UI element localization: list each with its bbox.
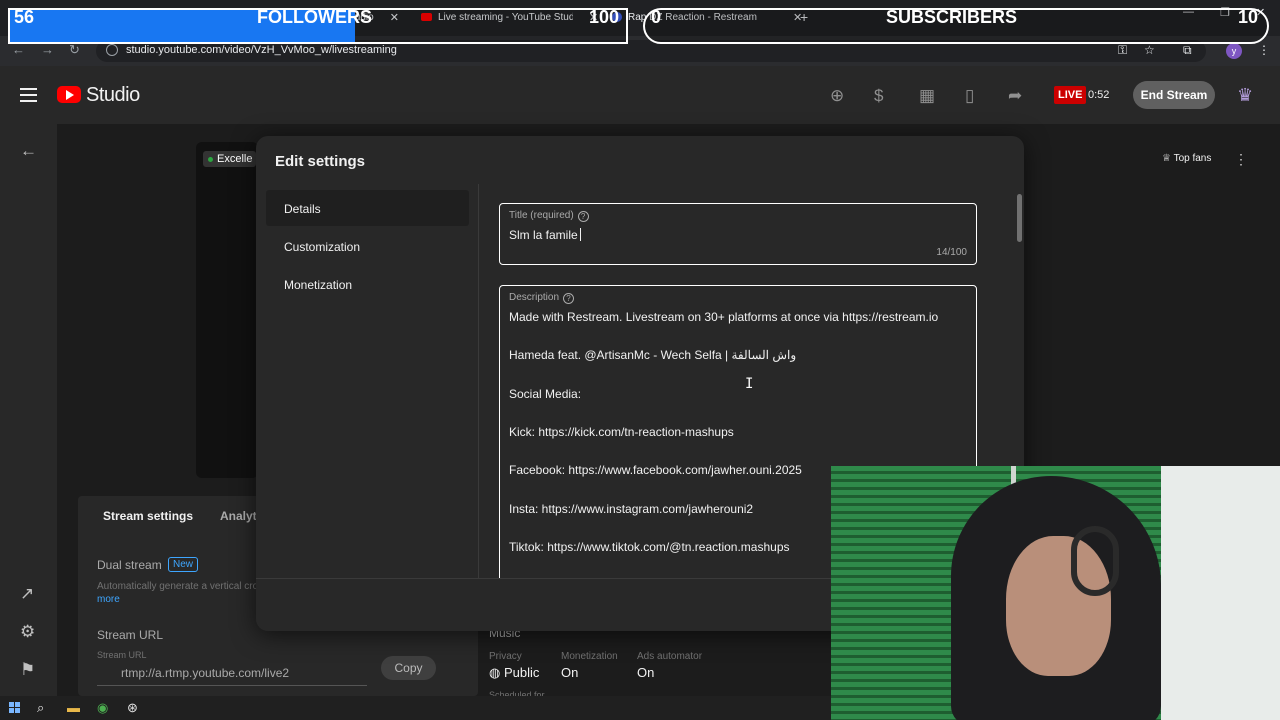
tab-stream-settings[interactable]: Stream settings	[103, 509, 193, 523]
nav-customization[interactable]: Customization	[266, 228, 469, 264]
dialog-title: Edit settings	[275, 153, 366, 170]
stream-url-label: Stream URL	[97, 650, 147, 660]
site-info-icon[interactable]	[106, 44, 118, 56]
copy-button[interactable]: Copy	[381, 656, 436, 680]
stream-preview	[196, 142, 258, 478]
browser-menu-icon[interactable]: ⋮	[1258, 43, 1270, 57]
left-rail	[0, 124, 57, 696]
title-field[interactable]: Title (required)? Slm la famile 14/100	[499, 203, 977, 265]
privacy-value: ◍ Public	[489, 665, 540, 680]
description-field-label: Description?	[509, 292, 575, 304]
monetization-value: On	[561, 665, 579, 680]
feedback-icon[interactable]: ⚑	[20, 660, 35, 680]
title-input[interactable]: Slm la famile	[509, 228, 581, 242]
windows-taskbar	[0, 696, 831, 720]
dual-stream-description: Automatically generate a vertical cro	[97, 581, 259, 592]
description-line: Insta: https://www.instagram.com/jawhero…	[509, 502, 754, 516]
live-badge: LIVE	[1054, 86, 1087, 104]
live-time: 0:52	[1088, 89, 1110, 101]
tab-analytics[interactable]: Analyti	[220, 509, 260, 523]
profile-avatar[interactable]: y	[1226, 43, 1242, 59]
dual-stream-label: Dual stream	[97, 558, 162, 572]
subscribers-label: SUBSCRIBERS	[886, 7, 1018, 27]
followers-label: FOLLOWERS	[257, 7, 372, 27]
file-explorer-icon[interactable]: ▬	[67, 700, 80, 715]
app-icon[interactable]: ⊛	[127, 700, 138, 716]
open-external-icon[interactable]: ↗	[20, 584, 34, 604]
description-line: Made with Restream. Livestream on 30+ pl…	[509, 310, 939, 324]
description-line: Kick: https://kick.com/tn-reaction-mashu…	[509, 425, 734, 439]
text-cursor-icon: I	[745, 376, 754, 392]
top-fans-label: Top fans	[1173, 153, 1212, 164]
followers-goal: 100	[589, 7, 620, 27]
dialog-nav: Details Customization Monetization	[256, 184, 479, 578]
title-char-counter: 14/100	[936, 247, 967, 258]
store-icon[interactable]: ▦	[919, 86, 935, 106]
title-field-label: Title (required)?	[509, 210, 589, 222]
creator-avatar-icon[interactable]: ♛	[1237, 85, 1253, 106]
youtube-logo-icon[interactable]	[57, 86, 81, 103]
stream-url-title: Stream URL	[97, 628, 164, 642]
ads-automator-label: Ads automator	[637, 651, 703, 662]
stream-health-badge: Excelle	[203, 151, 257, 167]
reload-icon[interactable]: ↻	[69, 42, 80, 58]
forward-icon[interactable]: →	[41, 42, 54, 57]
add-monetization-icon[interactable]: ⊕	[830, 86, 844, 106]
stream-url-field[interactable]: rtmp://a.rtmp.youtube.com/live2	[97, 662, 367, 686]
share-icon[interactable]: ➦	[1008, 86, 1022, 106]
privacy-label: Privacy	[489, 651, 522, 662]
more-link[interactable]: more	[97, 594, 120, 605]
back-arrow-icon[interactable]: ←	[20, 141, 37, 161]
followers-count: 56	[14, 7, 35, 27]
chrome-icon[interactable]: ◉	[97, 700, 108, 716]
privacy-value-text: Public	[503, 665, 540, 680]
dollar-icon[interactable]: $	[874, 86, 883, 106]
bookmark-star-icon[interactable]: ☆	[1144, 43, 1155, 57]
description-line: Facebook: https://www.facebook.com/jawhe…	[509, 463, 802, 477]
nav-monetization[interactable]: Monetization	[266, 266, 469, 302]
studio-brand: Studio	[86, 84, 140, 106]
ads-automator-value: On	[637, 665, 655, 680]
help-icon[interactable]: ?	[577, 211, 589, 222]
new-badge: New	[168, 557, 199, 572]
subscribers-count: 0	[651, 7, 662, 27]
top-fans-filter[interactable]: ♕ Top fans	[1162, 153, 1211, 164]
password-key-icon[interactable]: ⚿	[1118, 43, 1127, 58]
windows-start-icon[interactable]	[9, 702, 20, 713]
help-icon[interactable]: ?	[563, 293, 575, 304]
title-label-text: Title (required)	[509, 210, 574, 221]
subscribers-goal: 10	[1238, 7, 1259, 27]
dialog-scrollbar[interactable]	[1017, 194, 1022, 242]
search-icon[interactable]: ⌕	[37, 700, 44, 716]
description-line: Tiktok: https://www.tiktok.com/@tn.react…	[509, 540, 790, 554]
end-stream-button[interactable]: End Stream	[1133, 81, 1215, 109]
description-label-text: Description	[509, 292, 560, 303]
headset	[1071, 526, 1119, 596]
back-icon[interactable]: ←	[12, 42, 25, 57]
bookmark-icon[interactable]: ▯	[965, 86, 974, 106]
extensions-icon[interactable]: ⧉	[1183, 43, 1192, 58]
wall	[1161, 466, 1280, 720]
webcam-overlay	[831, 466, 1280, 720]
chat-more-icon[interactable]: ⋮	[1234, 151, 1248, 168]
monetization-label: Monetization	[561, 651, 618, 662]
nav-details[interactable]: Details	[266, 190, 469, 226]
settings-gear-icon[interactable]: ⚙	[20, 622, 35, 642]
description-line: Social Media:	[509, 387, 582, 401]
hamburger-menu-icon[interactable]	[20, 88, 37, 102]
description-line: Hameda feat. @ArtisanMc - Wech Selfa | و…	[509, 348, 797, 362]
screen: tudio ✕ Live streaming - YouTube Studio …	[0, 0, 1280, 720]
